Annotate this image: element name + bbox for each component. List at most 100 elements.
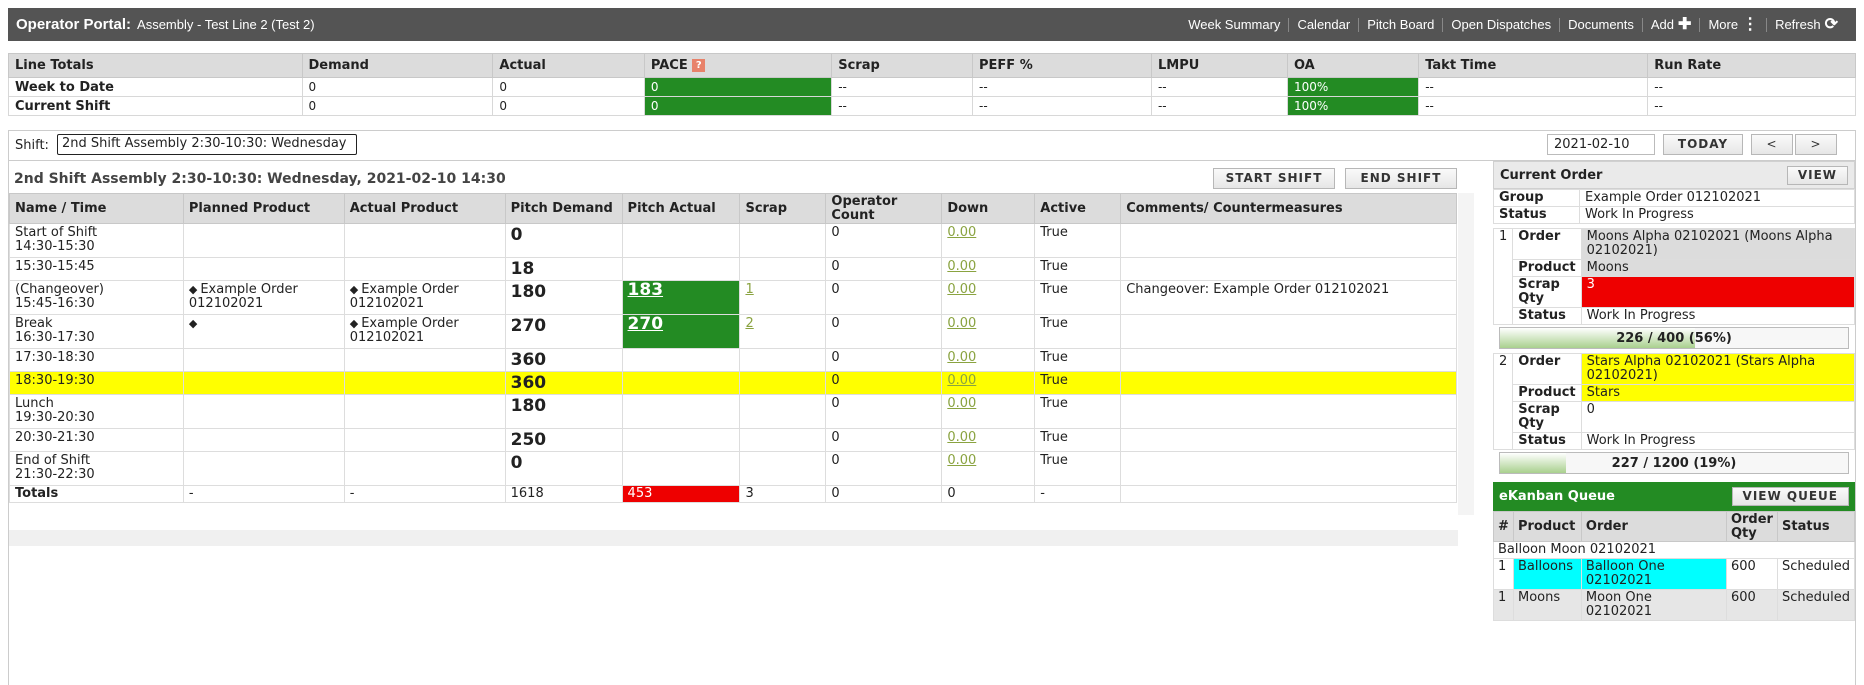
down-link[interactable]: 0.00 [947,350,976,365]
down-link[interactable]: 0.00 [947,430,976,445]
nav-add[interactable]: Add ✚ [1641,16,1700,32]
shift-select[interactable]: 2nd Shift Assembly 2:30-10:30: Wednesday [57,134,357,155]
pitch-actual-link[interactable]: 270 [628,314,664,334]
order-status-value: Work In Progress [1580,307,1856,325]
pitch-name: Break [15,316,53,331]
kanban-row[interactable]: 1 Moons Moon One 02102021 600 Scheduled [1493,589,1855,621]
pace-value: 0 [643,96,833,116]
nav-refresh[interactable]: Refresh ⟳ [1766,16,1846,32]
operator-count: 0 [825,348,943,372]
comments-cell[interactable]: Changeover: Example Order 012102021 [1120,280,1457,315]
col-pitch-actual: Pitch Actual [621,193,741,224]
name-time-cell: 15:30-15:45 [9,257,184,281]
kanban-group-name: Balloon Moon 02102021 [1493,541,1855,559]
order-table: 1 Order Moons Alpha 02102021 (Moons Alpha … [1492,228,1856,325]
group-value: Example Order 012102021 [1579,189,1855,207]
totals-planned: - [182,485,345,503]
pitch-actual-cell [621,348,741,372]
lmpu-value: -- [1150,96,1288,116]
totals-header: Line Totals Demand Actual PACE ? Scrap P… [8,53,1856,78]
order-number: 2 [1492,353,1514,450]
pitch-row: Break 16:30-17:30 ◆ ◆ Example Order 01210202… [9,314,1457,349]
scrap-cell [739,223,827,258]
nav-calendar[interactable]: Calendar [1288,17,1358,32]
active-value: True [1034,451,1122,486]
comments-cell[interactable] [1120,451,1457,486]
col-pace: PACE ? [643,53,833,78]
name-time-cell: Break 16:30-17:30 [9,314,184,349]
comments-cell[interactable] [1120,348,1457,372]
pitch-demand: 0 [504,451,623,486]
nav-documents[interactable]: Documents [1559,17,1642,32]
pitch-time: 14:30-15:30 [15,239,95,254]
kanban-row[interactable]: 1 Balloons Balloon One 02102021 600 Schedule… [1493,558,1855,590]
planned-product-cell [182,451,345,486]
down-link[interactable]: 0.00 [947,282,976,297]
name-time-cell: (Changeover) 15:45-16:30 [9,280,184,315]
nav-week-summary[interactable]: Week Summary [1180,17,1288,32]
active-value: True [1034,428,1122,452]
down-cell: 0.00 [941,371,1036,395]
pitch-row: 18:30-19:30 360 0 0.00 True [9,371,1457,395]
comments-cell[interactable] [1120,394,1457,429]
next-day-button[interactable]: > [1795,134,1837,155]
help-icon[interactable]: ? [692,59,706,72]
operator-count: 0 [825,257,943,281]
kanban-header-row: # Product Order Order Qty Status [1493,511,1855,542]
nav-open-dispatches[interactable]: Open Dispatches [1442,17,1559,32]
product-label: Product [1512,259,1582,277]
col-peff: PEFF % [972,53,1152,78]
comments-cell[interactable] [1120,223,1457,258]
progress-text: 226 / 400 (56%) [1616,331,1732,346]
down-link[interactable]: 0.00 [947,396,976,411]
side-panel: Current Order VIEW Group Example Order 0… [1492,161,1856,621]
down-link[interactable]: 0.00 [947,453,976,468]
name-time-cell: 17:30-18:30 [9,348,184,372]
down-cell: 0.00 [941,451,1036,486]
totals-label: Totals [9,485,184,503]
product-value: Stars [1580,384,1856,402]
pitch-row: (Changeover) 15:45-16:30 ◆ Example Order 01… [9,280,1457,315]
vertical-scrollbar[interactable] [1458,193,1474,515]
down-link[interactable]: 0.00 [947,316,976,331]
down-cell: 0.00 [941,348,1036,372]
prev-day-button[interactable]: < [1751,134,1793,155]
nav-pitch-board[interactable]: Pitch Board [1358,17,1442,32]
scrap-cell: 1 [739,280,827,315]
view-queue-button[interactable]: VIEW QUEUE [1731,487,1849,506]
comments-cell[interactable] [1120,257,1457,281]
scrap-link[interactable]: 1 [745,282,753,297]
comments-cell[interactable] [1120,428,1457,452]
order-status-value: Work In Progress [1580,432,1856,450]
kanban-table: # Product Order Order Qty Status Balloon… [1493,511,1855,621]
today-button[interactable]: TODAY [1663,134,1743,155]
nav-more[interactable]: More ⋮ [1699,16,1766,32]
peff-value: -- [972,77,1152,97]
date-input[interactable]: 2021-02-10 [1547,134,1655,155]
down-link[interactable]: 0.00 [947,225,976,240]
down-link[interactable]: 0.00 [947,259,976,274]
pitch-row: 17:30-18:30 360 0 0.00 True [9,348,1457,372]
horizontal-scrollbar[interactable] [9,530,1458,546]
nav-more-label: More [1708,16,1739,32]
scrap-cell [739,371,827,395]
view-order-button[interactable]: VIEW [1786,166,1848,185]
down-link[interactable]: 0.00 [947,373,976,388]
demand-value: 0 [301,96,494,116]
shift-label: Shift: [15,138,49,153]
scrap-qty-row: Scrap Qty 0 [1494,401,1856,433]
down-cell: 0.00 [941,394,1036,429]
col-line-totals: Line Totals [8,53,303,78]
scrap-cell [739,348,827,372]
planned-product-cell [182,223,345,258]
comments-cell[interactable] [1120,314,1457,349]
scrap-link[interactable]: 2 [745,316,753,331]
comments-cell[interactable] [1120,371,1457,395]
start-shift-button[interactable]: START SHIFT [1213,168,1335,189]
top-bar: Operator Portal: Assembly - Test Line 2 … [8,8,1856,41]
pitch-time: 19:30-20:30 [15,410,95,425]
pitch-actual-link[interactable]: 183 [628,280,664,300]
end-shift-button[interactable]: END SHIFT [1345,168,1457,189]
app-title: Operator Portal: [16,16,132,33]
layers-icon: ◆ [188,317,198,330]
